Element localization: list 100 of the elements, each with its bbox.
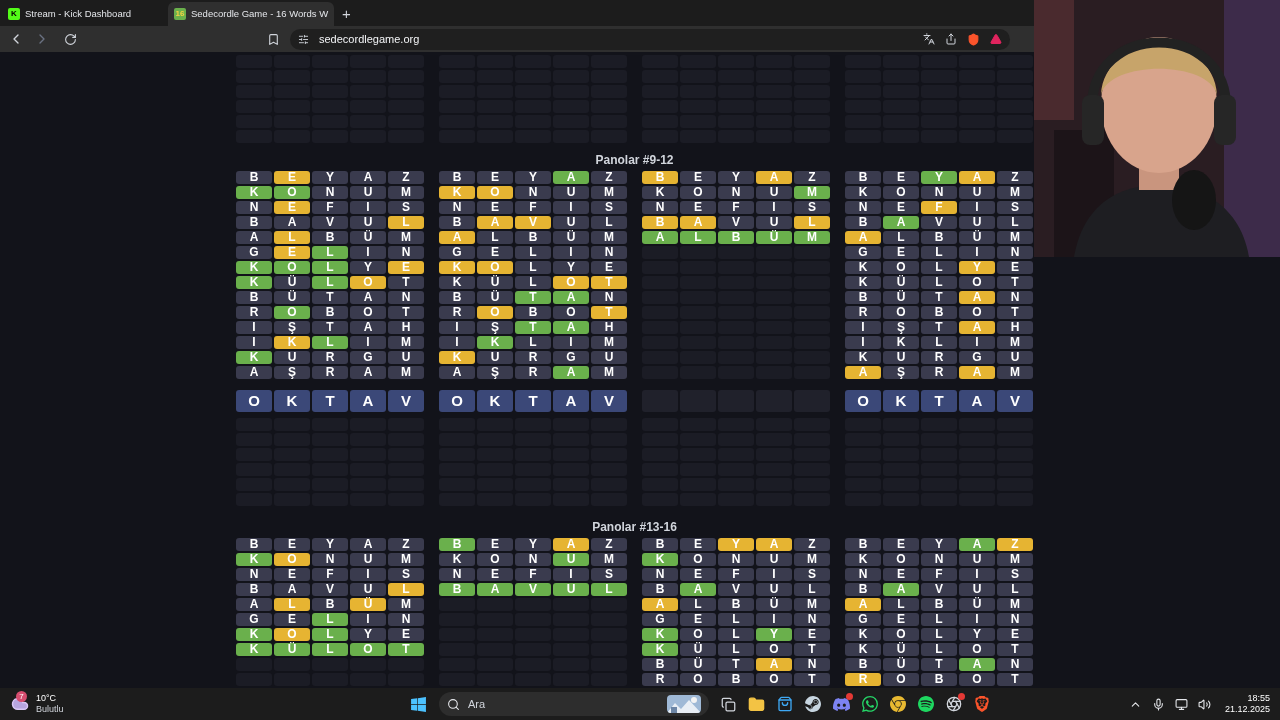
letter-tile: Y <box>718 171 754 184</box>
letter-tile: A <box>959 171 995 184</box>
letter-tile: I <box>350 201 386 214</box>
letter-tile: U <box>553 216 589 229</box>
letter-tile: T <box>794 673 830 686</box>
letter-tile: T <box>921 321 957 334</box>
letter-tile: K <box>883 336 919 349</box>
app-icon[interactable] <box>890 696 906 712</box>
letter-tile: A <box>553 538 589 551</box>
letter-tile: U <box>756 186 792 199</box>
letter-tile: A <box>439 366 475 379</box>
empty-tile <box>997 85 1033 98</box>
letter-tile: L <box>921 261 957 274</box>
letter-tile: A <box>959 321 995 334</box>
letter-tile: N <box>642 201 678 214</box>
app-icon[interactable] <box>805 696 821 712</box>
letter-tile: G <box>439 246 475 259</box>
browser-tab[interactable]: 16 Sedecordle Game - 16 Words W <box>168 2 334 26</box>
letter-tile: E <box>883 613 919 626</box>
start-button[interactable] <box>410 695 427 713</box>
letter-tile: A <box>883 216 919 229</box>
letter-tile: A <box>350 321 386 334</box>
letter-tile: M <box>388 366 424 379</box>
bookmark-icon[interactable] <box>267 32 280 46</box>
letter-tile: O <box>680 553 716 566</box>
letter-tile: I <box>350 336 386 349</box>
letter-tile: N <box>718 186 754 199</box>
letter-tile: K <box>477 336 513 349</box>
letter-tile: N <box>591 246 627 259</box>
app-icon[interactable] <box>974 696 990 712</box>
letter-tile: T <box>388 306 424 319</box>
letter-tile: M <box>997 553 1033 566</box>
letter-tile: G <box>642 613 678 626</box>
shield-icon[interactable] <box>967 32 980 46</box>
browser-tab[interactable]: K Stream - Kick Dashboard <box>2 2 168 26</box>
letter-tile: E <box>274 613 310 626</box>
folder-icon[interactable] <box>748 695 765 713</box>
monitor-icon[interactable] <box>1174 697 1188 711</box>
letter-tile: T <box>515 291 551 304</box>
letter-tile: B <box>439 538 475 551</box>
microphone-icon[interactable] <box>1151 697 1165 711</box>
clock[interactable]: 18:55 21.12.2025 <box>1224 693 1270 715</box>
letter-tile: Z <box>388 171 424 184</box>
letter-tile: L <box>591 583 627 596</box>
task-view-icon[interactable] <box>721 696 736 712</box>
time-text: 18:55 <box>1247 693 1270 704</box>
letter-tile: T <box>591 306 627 319</box>
reload-icon[interactable] <box>64 32 77 46</box>
letter-tile: M <box>794 553 830 566</box>
letter-tile: K <box>439 261 475 274</box>
share-icon[interactable] <box>945 33 957 45</box>
letter-tile: Ü <box>274 291 310 304</box>
letter-tile: N <box>845 201 881 214</box>
letter-tile: R <box>312 351 348 364</box>
letter-tile: T <box>997 643 1033 656</box>
letter-tile: A <box>959 291 995 304</box>
app-icon[interactable] <box>862 696 878 712</box>
letter-tile: U <box>274 351 310 364</box>
letter-tile: I <box>756 201 792 214</box>
letter-tile: U <box>350 553 386 566</box>
speaker-icon[interactable] <box>1197 697 1211 711</box>
letter-tile: K <box>236 553 272 566</box>
letter-tile: Y <box>350 261 386 274</box>
letter-tile: O <box>883 186 919 199</box>
app-icon[interactable] <box>946 696 962 712</box>
letter-tile: L <box>794 216 830 229</box>
letter-tile: R <box>642 673 678 686</box>
letter-tile: F <box>921 568 957 581</box>
letter-tile: M <box>997 231 1033 244</box>
letter-tile: L <box>883 231 919 244</box>
letter-tile: F <box>718 201 754 214</box>
letter-tile: L <box>388 583 424 596</box>
letter-tile: K <box>236 186 272 199</box>
letter-tile: Y <box>350 628 386 641</box>
store-icon[interactable] <box>777 696 793 712</box>
letter-tile: A <box>845 231 881 244</box>
letter-tile: I <box>236 321 272 334</box>
translate-icon[interactable] <box>923 33 935 45</box>
new-tab-button[interactable]: + <box>342 6 351 21</box>
search-field[interactable]: Ara <box>439 692 709 716</box>
app-icon[interactable] <box>918 696 934 712</box>
site-info-icon[interactable] <box>298 33 309 45</box>
triangle-icon[interactable] <box>990 33 1002 45</box>
letter-tile: N <box>997 246 1033 259</box>
letter-tile: K <box>236 628 272 641</box>
letter-tile: O <box>883 628 919 641</box>
letter-tile: K <box>439 553 475 566</box>
letter-tile: L <box>997 216 1033 229</box>
letter-tile: A <box>845 598 881 611</box>
letter-tile: Z <box>591 538 627 551</box>
address-bar[interactable]: sedecordlegame.org <box>290 28 1010 50</box>
letter-tile: B <box>439 583 475 596</box>
letter-tile: Y <box>959 261 995 274</box>
letter-tile: U <box>997 351 1033 364</box>
letter-tile: S <box>591 568 627 581</box>
letter-tile: H <box>997 321 1033 334</box>
letter-tile: T <box>997 276 1033 289</box>
letter-tile: U <box>553 583 589 596</box>
app-icon[interactable] <box>833 695 850 713</box>
letter-tile: L <box>794 583 830 596</box>
